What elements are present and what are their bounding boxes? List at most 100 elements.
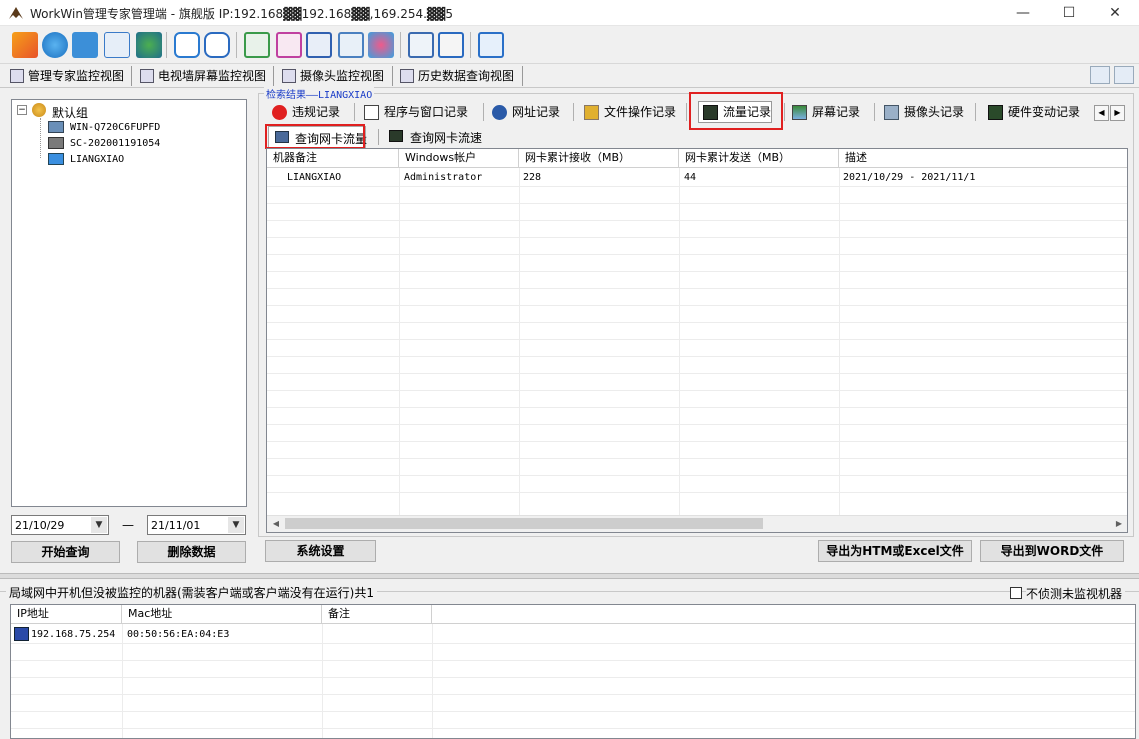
minimize-button[interactable]: — [1000, 0, 1046, 26]
scrollbar-thumb[interactable] [285, 518, 763, 529]
end-date-picker[interactable]: 21/11/01 ▼ [147, 515, 246, 535]
system-settings-button[interactable]: 系统设置 [265, 540, 376, 562]
tree-computer[interactable]: LIANGXIAO [70, 154, 124, 165]
tab-separator [784, 103, 785, 121]
start-query-button[interactable]: 开始查询 [11, 541, 120, 563]
windows-icon[interactable] [12, 32, 38, 58]
subtab-nic-speed[interactable]: 查询网卡流速 [384, 126, 492, 148]
close-button[interactable]: ✕ [1092, 0, 1138, 26]
tab-scroll-left-button[interactable]: ◀ [1094, 105, 1109, 121]
no-detect-checkbox[interactable] [1010, 587, 1022, 599]
column-header[interactable]: Windows帐户 [399, 149, 519, 167]
row-gridline [267, 288, 1127, 289]
tab-screen[interactable]: 屏幕记录 [788, 100, 860, 124]
document-search-icon[interactable] [306, 32, 332, 58]
row-gridline [267, 220, 1127, 221]
row-gridline [267, 186, 1127, 187]
maximize-button[interactable]: ☐ [1046, 0, 1092, 26]
delete-data-button[interactable]: 删除数据 [137, 541, 246, 563]
view-tab-camera[interactable]: 摄像头监控视图 [278, 66, 384, 86]
panel-splitter[interactable] [0, 573, 1139, 579]
table-header: 机器备注 Windows帐户 网卡累计接收（MB） 网卡累计发送（MB） 描述 [267, 149, 1127, 168]
table-cell: 228 [523, 172, 542, 183]
table-row[interactable]: 192.168.75.254 00:50:56:EA:04:E3 [11, 626, 1135, 644]
tab-scroll-right-button[interactable]: ▶ [1110, 105, 1125, 121]
ip-icon[interactable] [408, 32, 434, 58]
list-view-icon[interactable] [1114, 66, 1134, 84]
tab-violation[interactable]: 违规记录 [268, 100, 340, 124]
tree-group-root[interactable]: 默认组 [52, 104, 88, 121]
export-html-excel-button[interactable]: 导出为HTM或Excel文件 [818, 540, 972, 562]
table-cell: 192.168.75.254 [31, 629, 116, 640]
tab-program-window[interactable]: 程序与窗口记录 [360, 100, 468, 124]
grid-icon[interactable] [174, 32, 200, 58]
network-computer-icon [14, 627, 29, 641]
screen-settings-icon[interactable] [72, 32, 98, 58]
column-header[interactable]: Mac地址 [122, 605, 322, 623]
view-tab-history[interactable]: 历史数据查询视图 [396, 66, 514, 86]
hardware-icon [988, 105, 1003, 120]
table-cell: 2021/10/29 - 2021/11/1 [843, 172, 976, 183]
unmonitored-table: IP地址 Mac地址 备注 192.168.75.254 00:50:56:EA… [10, 604, 1136, 739]
start-date-picker[interactable]: 21/10/29 ▼ [11, 515, 109, 535]
row-gridline [11, 728, 1135, 729]
users-settings-icon[interactable] [136, 32, 162, 58]
tab-separator [483, 103, 484, 121]
row-gridline [267, 373, 1127, 374]
view-separator [273, 66, 274, 86]
column-header[interactable]: 网卡累计接收（MB） [519, 149, 679, 167]
row-gridline [267, 424, 1127, 425]
globe-icon[interactable] [42, 32, 68, 58]
group-icon [32, 103, 46, 117]
no-detect-checkbox-label[interactable]: 不侦测未监视机器 [1026, 585, 1126, 602]
column-gridline [122, 624, 123, 738]
traffic-table: 机器备注 Windows帐户 网卡累计接收（MB） 网卡累计发送（MB） 描述 … [266, 148, 1128, 533]
view-tab-monitor[interactable]: 管理专家监控视图 [6, 66, 124, 86]
magnifier-icon [10, 69, 24, 83]
view-separator [522, 66, 523, 86]
screenshot-icon [792, 105, 807, 120]
scroll-right-arrow[interactable]: ▶ [1112, 517, 1126, 531]
computer-tree: − 默认组 WIN-Q720C6FUPFD SC-202001191054 LI… [11, 99, 247, 507]
export-word-button[interactable]: 导出到WORD文件 [980, 540, 1124, 562]
subtab-separator [378, 129, 379, 145]
row-gridline [11, 643, 1135, 644]
column-header[interactable]: 机器备注 [267, 149, 399, 167]
lock-icon[interactable] [204, 32, 230, 58]
window-title: WorkWin管理专家管理端 - 旗舰版 IP:192.168▓▓192.168… [30, 7, 454, 21]
table-row[interactable]: LIANGXIAO Administrator 228 44 2021/10/2… [267, 169, 1127, 187]
tree-computer[interactable]: SC-202001191054 [70, 138, 160, 149]
image-icon [140, 69, 154, 83]
folder-icon [584, 105, 599, 120]
column-header[interactable]: IP地址 [11, 605, 122, 623]
alert-icon[interactable] [438, 32, 464, 58]
tab-separator [686, 103, 687, 121]
results-group-title: 检索结果——LIANGXIAO [264, 86, 375, 101]
tab-camera[interactable]: 摄像头记录 [880, 100, 964, 124]
column-header[interactable]: 描述 [839, 149, 1127, 167]
date-separator: — [122, 518, 134, 532]
tab-url[interactable]: 网址记录 [488, 100, 560, 124]
toolbar-separator [400, 32, 401, 58]
tree-expander[interactable]: − [17, 105, 27, 115]
scroll-left-arrow[interactable]: ◀ [269, 517, 283, 531]
table-cell: 00:50:56:EA:04:E3 [127, 629, 230, 640]
zoom-icon[interactable] [1090, 66, 1110, 84]
column-header[interactable]: 备注 [322, 605, 432, 623]
monitor-transfer-icon[interactable] [244, 32, 270, 58]
tab-hardware[interactable]: 硬件变动记录 [984, 100, 1080, 124]
column-gridline [432, 624, 433, 738]
row-gridline [267, 203, 1127, 204]
file-search-icon[interactable] [104, 32, 130, 58]
chart-monitor-icon[interactable] [368, 32, 394, 58]
chevron-down-icon[interactable]: ▼ [228, 517, 244, 533]
chevron-down-icon[interactable]: ▼ [91, 517, 107, 533]
column-header[interactable]: 网卡累计发送（MB） [679, 149, 839, 167]
tree-line [40, 118, 41, 158]
cast-icon[interactable] [276, 32, 302, 58]
windows-cascade-icon[interactable] [338, 32, 364, 58]
tab-file-operation[interactable]: 文件操作记录 [580, 100, 676, 124]
help-icon[interactable] [478, 32, 504, 58]
tree-computer[interactable]: WIN-Q720C6FUPFD [70, 122, 160, 133]
view-tab-tv-wall[interactable]: 电视墙屏幕监控视图 [136, 66, 266, 86]
